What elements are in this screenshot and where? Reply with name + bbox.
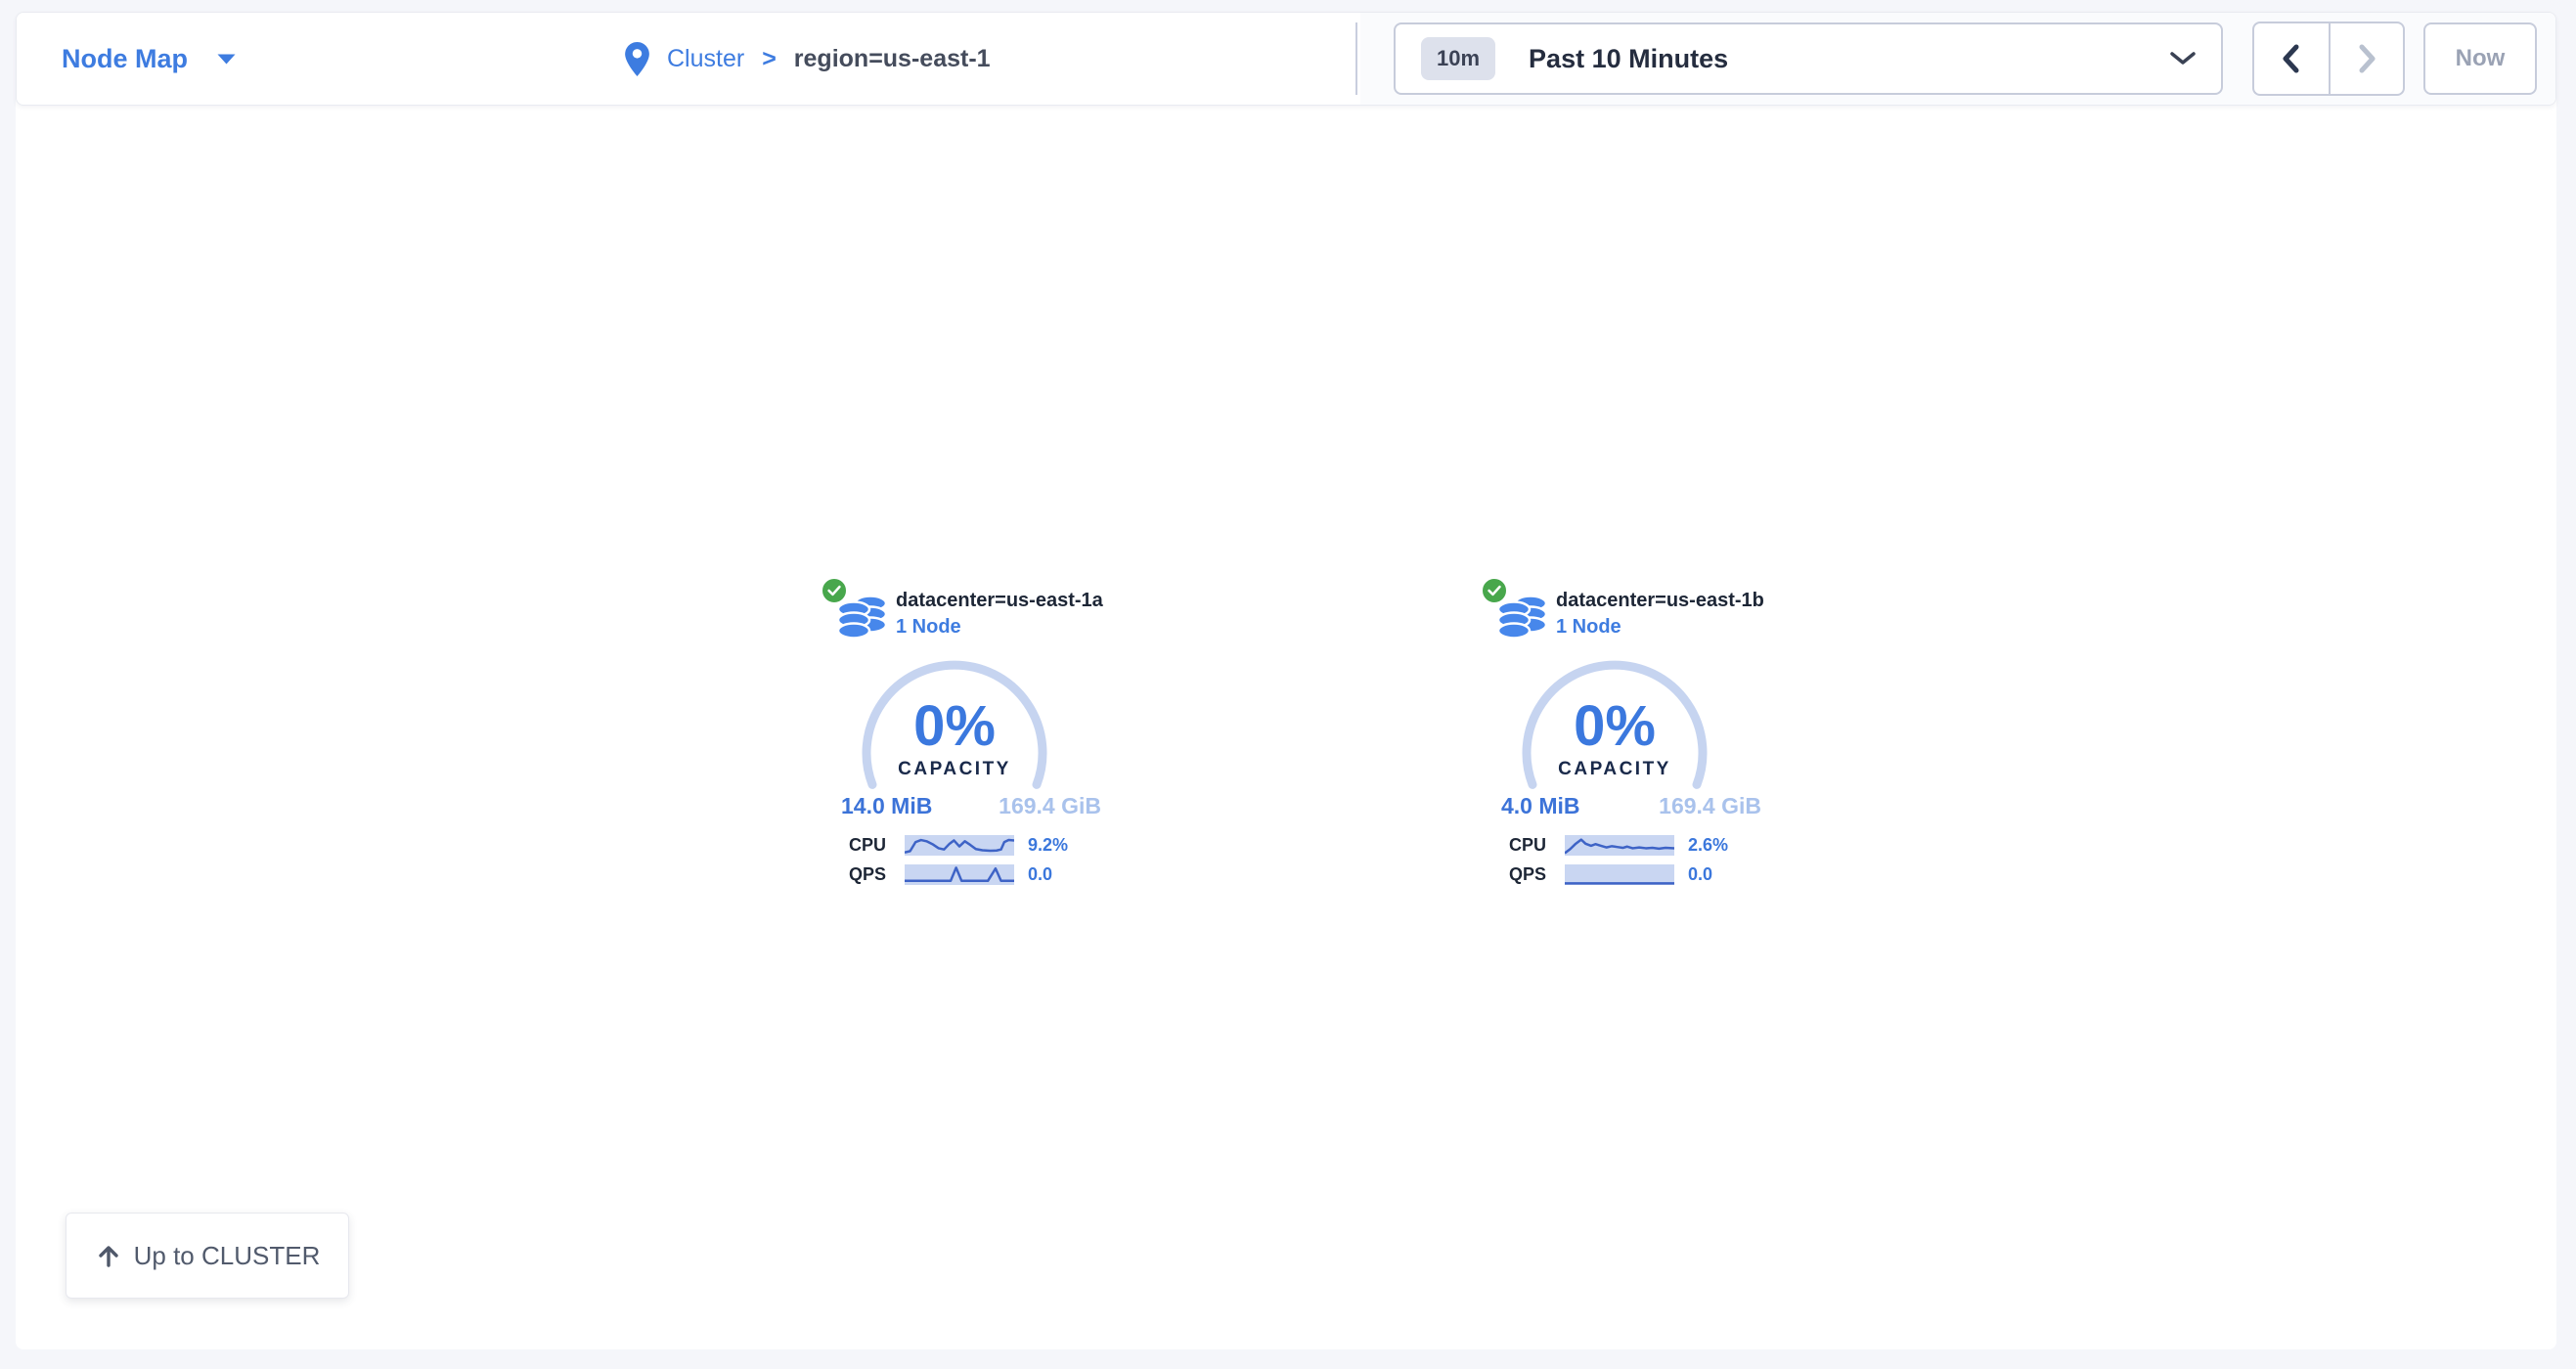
qps-sparkline: [905, 864, 1014, 885]
caret-down-icon: [217, 54, 236, 65]
breadcrumb-cluster-link[interactable]: Cluster: [667, 45, 744, 73]
node-map-page: Node Map Cluster > region=us-east-1 10m …: [0, 0, 2576, 1369]
chevron-down-icon: [2170, 52, 2196, 66]
cpu-label: CPU: [849, 835, 892, 856]
capacity-gauge: 0% CAPACITY: [1518, 656, 1711, 850]
time-range-dropdown[interactable]: 10m Past 10 Minutes: [1394, 22, 2223, 95]
header-bar: Node Map Cluster > region=us-east-1 10m …: [16, 12, 2556, 106]
cpu-metric-row: CPU 2.6%: [1509, 834, 1728, 856]
cpu-metric-row: CPU 9.2%: [849, 834, 1068, 856]
up-to-cluster-label: Up to CLUSTER: [134, 1241, 321, 1271]
cpu-sparkline: [1565, 835, 1674, 856]
datacenter-card-us-east-1b[interactable]: datacenter=us-east-1b 1 Node 0% CAPACITY…: [1482, 572, 1804, 895]
breadcrumb-separator: >: [762, 45, 777, 73]
qps-value: 0.0: [1028, 864, 1052, 885]
capacity-values: 14.0 MiB 169.4 GiB: [841, 793, 1101, 819]
datacenter-title: datacenter=us-east-1a: [896, 588, 1103, 614]
chevron-left-icon: [2280, 42, 2303, 75]
qps-label: QPS: [1509, 864, 1552, 885]
capacity-caption: CAPACITY: [858, 758, 1051, 781]
time-range-label: Past 10 Minutes: [1529, 44, 1728, 74]
time-forward-button[interactable]: [2329, 22, 2405, 96]
capacity-percent: 0%: [858, 695, 1051, 758]
datacenter-node-count: 1 Node: [1556, 614, 1764, 640]
cpu-label: CPU: [1509, 835, 1552, 856]
cpu-sparkline: [905, 835, 1014, 856]
datacenter-header: datacenter=us-east-1b 1 Node: [1556, 588, 1764, 640]
map-canvas: [16, 12, 2556, 1349]
capacity-percent: 0%: [1518, 695, 1711, 758]
capacity-caption: CAPACITY: [1518, 758, 1711, 781]
datacenter-node-count: 1 Node: [896, 614, 1103, 640]
capacity-total: 169.4 GiB: [999, 793, 1101, 819]
view-selector[interactable]: Node Map: [62, 13, 236, 105]
up-arrow-icon: [95, 1242, 122, 1269]
qps-metric-row: QPS 0.0: [1509, 863, 1712, 885]
qps-value: 0.0: [1688, 864, 1712, 885]
cpu-value: 2.6%: [1688, 835, 1728, 856]
qps-metric-row: QPS 0.0: [849, 863, 1052, 885]
time-range-badge: 10m: [1421, 37, 1495, 80]
capacity-total: 169.4 GiB: [1659, 793, 1761, 819]
cpu-value: 9.2%: [1028, 835, 1068, 856]
capacity-values: 4.0 MiB 169.4 GiB: [1501, 793, 1761, 819]
now-button[interactable]: Now: [2423, 22, 2537, 95]
datacenter-header: datacenter=us-east-1a 1 Node: [896, 588, 1103, 640]
qps-label: QPS: [849, 864, 892, 885]
header-divider: [1355, 22, 1357, 95]
location-pin-icon: [625, 42, 649, 76]
datacenter-title: datacenter=us-east-1b: [1556, 588, 1764, 614]
capacity-used: 14.0 MiB: [841, 793, 932, 819]
capacity-gauge: 0% CAPACITY: [858, 656, 1051, 850]
time-back-button[interactable]: [2252, 22, 2329, 96]
time-nav-group: [2252, 22, 2405, 95]
healthy-check-icon: [1480, 576, 1509, 605]
qps-sparkline: [1565, 864, 1674, 885]
breadcrumb: Cluster > region=us-east-1: [625, 13, 991, 105]
view-selector-label: Node Map: [62, 44, 188, 74]
healthy-check-icon: [820, 576, 849, 605]
breadcrumb-current-location: region=us-east-1: [794, 45, 991, 73]
capacity-used: 4.0 MiB: [1501, 793, 1580, 819]
up-to-cluster-button[interactable]: Up to CLUSTER: [66, 1213, 349, 1299]
datacenter-card-us-east-1a[interactable]: datacenter=us-east-1a 1 Node 0% CAPACITY…: [822, 572, 1144, 895]
chevron-right-icon: [2355, 42, 2378, 75]
